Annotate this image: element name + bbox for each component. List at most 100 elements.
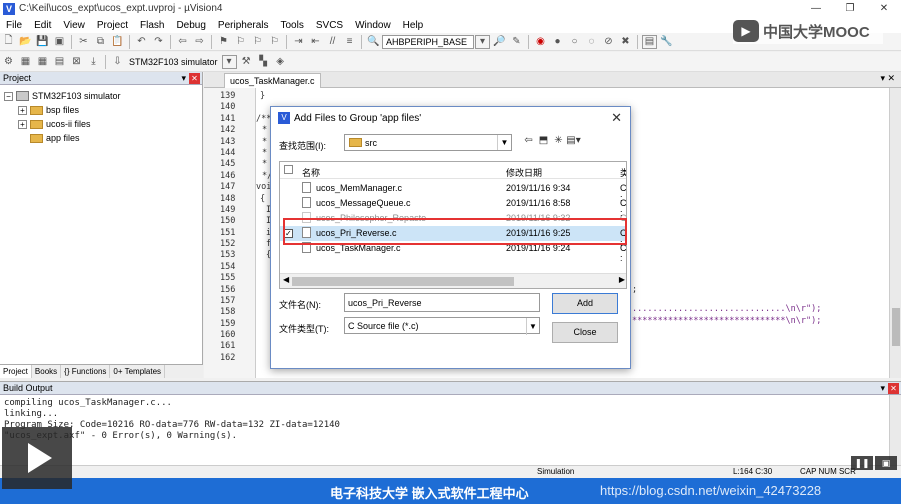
menu-svcs[interactable]: SVCS bbox=[310, 20, 349, 31]
file-row[interactable]: ucos_MessageQueue.c 2019/11/16 8:58 C : bbox=[280, 196, 626, 218]
menu-help[interactable]: Help bbox=[397, 20, 430, 31]
translate-icon[interactable]: ⚙ bbox=[1, 55, 16, 69]
tree-item-bsp-files[interactable]: + bsp files bbox=[4, 103, 198, 117]
column-name[interactable]: 名称 bbox=[302, 166, 320, 179]
menu-peripherals[interactable]: Peripherals bbox=[212, 20, 275, 31]
stop-build-icon[interactable]: ⊠ bbox=[69, 55, 84, 69]
column-type[interactable]: 类 bbox=[620, 166, 626, 179]
save-all-icon[interactable]: ▣ bbox=[52, 35, 67, 49]
uncomment-icon[interactable]: ≡ bbox=[342, 35, 357, 49]
bookmark-icon[interactable]: ⚑ bbox=[216, 35, 231, 49]
add-button[interactable]: Add bbox=[552, 293, 618, 314]
menu-debug[interactable]: Debug bbox=[170, 20, 211, 31]
back-arrow-icon[interactable]: ⇦ bbox=[521, 135, 536, 149]
filetype-select[interactable]: C Source file (*.c) ▼ bbox=[344, 317, 540, 335]
target-options-icon[interactable]: ⚒ bbox=[239, 55, 254, 69]
bookmark-next-icon[interactable]: ⚐ bbox=[250, 35, 265, 49]
bookmark-prev-icon[interactable]: ⚐ bbox=[233, 35, 248, 49]
nav-forward-icon[interactable]: ⇨ bbox=[192, 35, 207, 49]
menu-window[interactable]: Window bbox=[349, 20, 397, 31]
scrollbar-thumb[interactable] bbox=[292, 277, 514, 286]
pause-icon[interactable]: ❚❚ bbox=[851, 456, 873, 470]
rebuild-icon[interactable]: ▦ bbox=[35, 55, 50, 69]
nav-back-icon[interactable]: ⇦ bbox=[175, 35, 190, 49]
maximize-button[interactable]: ❐ bbox=[833, 0, 867, 17]
column-date[interactable]: 修改日期 bbox=[506, 166, 542, 179]
cut-icon[interactable]: ✂ bbox=[76, 35, 91, 49]
tab-ucos-taskmanager[interactable]: ucos_TaskManager.c bbox=[224, 73, 321, 88]
breakpoint-disable-all-icon[interactable]: ◌ bbox=[584, 35, 599, 49]
incremental-find-icon[interactable]: ✎ bbox=[509, 35, 524, 49]
scrollbar-thumb[interactable] bbox=[892, 308, 900, 346]
menu-file[interactable]: File bbox=[0, 20, 28, 31]
find-icon[interactable]: 🔎 bbox=[492, 35, 507, 49]
scroll-left-icon[interactable]: ◀ bbox=[283, 275, 289, 284]
expand-icon[interactable]: + bbox=[18, 119, 27, 129]
find-in-files-icon[interactable]: 🔍 bbox=[366, 35, 381, 49]
close-icon[interactable]: ✕ bbox=[888, 383, 899, 394]
chevron-down-icon[interactable]: ▼ bbox=[526, 318, 539, 335]
editor-tab-controls[interactable]: ▾ ✕ bbox=[880, 73, 895, 84]
file-list-hscrollbar[interactable]: ◀ ▶ bbox=[280, 273, 626, 288]
menu-flash[interactable]: Flash bbox=[134, 20, 170, 31]
video-play-button[interactable] bbox=[2, 427, 72, 489]
up-folder-icon[interactable]: ⬒ bbox=[536, 135, 551, 149]
picture-in-picture-icon[interactable]: ▣ bbox=[875, 456, 897, 470]
tree-item-target[interactable]: − STM32F103 simulator bbox=[4, 89, 198, 103]
target-dropdown-icon[interactable]: ▾ bbox=[221, 54, 237, 69]
close-button[interactable]: ✕ bbox=[867, 0, 901, 17]
tab-functions[interactable]: {} Functions bbox=[61, 365, 111, 378]
select-all-checkbox[interactable] bbox=[284, 165, 293, 174]
breakpoint-disable-icon[interactable]: ○ bbox=[567, 35, 582, 49]
paste-icon[interactable]: 📋 bbox=[110, 35, 125, 49]
menu-edit[interactable]: Edit bbox=[28, 20, 57, 31]
comment-icon[interactable]: // bbox=[325, 35, 340, 49]
menu-project[interactable]: Project bbox=[91, 20, 134, 31]
view-menu-icon[interactable]: ▤▾ bbox=[566, 135, 581, 149]
look-in-combo[interactable]: src ▼ bbox=[344, 134, 512, 151]
download-icon[interactable]: ⤓ bbox=[86, 55, 101, 69]
find-dropdown-icon[interactable]: ▾ bbox=[475, 34, 490, 49]
tree-item-ucos-files[interactable]: + ucos-ii files bbox=[4, 117, 198, 131]
tab-project[interactable]: Project bbox=[0, 365, 32, 378]
save-icon[interactable]: 💾 bbox=[35, 35, 50, 49]
scroll-right-icon[interactable]: ▶ bbox=[619, 275, 625, 284]
expand-icon[interactable]: + bbox=[18, 105, 27, 115]
dialog-close-icon[interactable]: ✕ bbox=[611, 110, 622, 126]
indent-icon[interactable]: ⇥ bbox=[291, 35, 306, 49]
open-folder-icon[interactable]: 📂 bbox=[18, 35, 33, 49]
filename-input[interactable]: ucos_Pri_Reverse bbox=[344, 293, 540, 312]
unindent-icon[interactable]: ⇤ bbox=[308, 35, 323, 49]
chevron-down-icon[interactable]: ▼ bbox=[497, 135, 511, 150]
new-file-icon[interactable]: 🗋 bbox=[1, 35, 16, 49]
pin-icon[interactable]: ▾ bbox=[880, 382, 885, 395]
debug-start-icon[interactable]: ◉ bbox=[533, 35, 548, 49]
batch-build-icon[interactable]: ▤ bbox=[52, 55, 67, 69]
file-row[interactable]: ucos_MemManager.c 2019/11/16 9:34 C : bbox=[280, 181, 626, 203]
menu-tools[interactable]: Tools bbox=[275, 20, 310, 31]
redo-icon[interactable]: ↷ bbox=[151, 35, 166, 49]
tab-books[interactable]: Books bbox=[32, 365, 62, 378]
tab-templates[interactable]: 0+ Templates bbox=[110, 365, 166, 378]
new-folder-icon[interactable]: ✳ bbox=[551, 135, 566, 149]
tree-item-app-files[interactable]: app files bbox=[4, 131, 198, 145]
menu-view[interactable]: View bbox=[57, 20, 91, 31]
breakpoint-kill-all-icon[interactable]: ✖ bbox=[618, 35, 633, 49]
configure-icon[interactable]: 🔧 bbox=[659, 35, 674, 49]
target-select[interactable]: STM32F103 simulator bbox=[129, 57, 218, 67]
collapse-icon[interactable]: − bbox=[4, 91, 13, 101]
find-combo[interactable]: AHBPERIPH_BASE bbox=[382, 34, 474, 49]
minimize-button[interactable]: — bbox=[799, 0, 833, 17]
manage-components-icon[interactable]: ◈ bbox=[273, 55, 288, 69]
editor-scrollbar[interactable] bbox=[889, 88, 901, 378]
bookmark-clear-icon[interactable]: ⚐ bbox=[267, 35, 282, 49]
load-icon[interactable]: ⇩ bbox=[110, 55, 125, 69]
window-layout-icon[interactable]: ▤ bbox=[642, 34, 657, 49]
build-icon[interactable]: ▦ bbox=[18, 55, 33, 69]
breakpoint-kill-icon[interactable]: ⊘ bbox=[601, 35, 616, 49]
copy-icon[interactable]: ⧉ bbox=[93, 35, 108, 49]
close-dialog-button[interactable]: Close bbox=[552, 322, 618, 343]
breakpoint-icon[interactable]: ● bbox=[550, 35, 565, 49]
undo-icon[interactable]: ↶ bbox=[134, 35, 149, 49]
close-icon[interactable]: ✕ bbox=[189, 73, 200, 84]
